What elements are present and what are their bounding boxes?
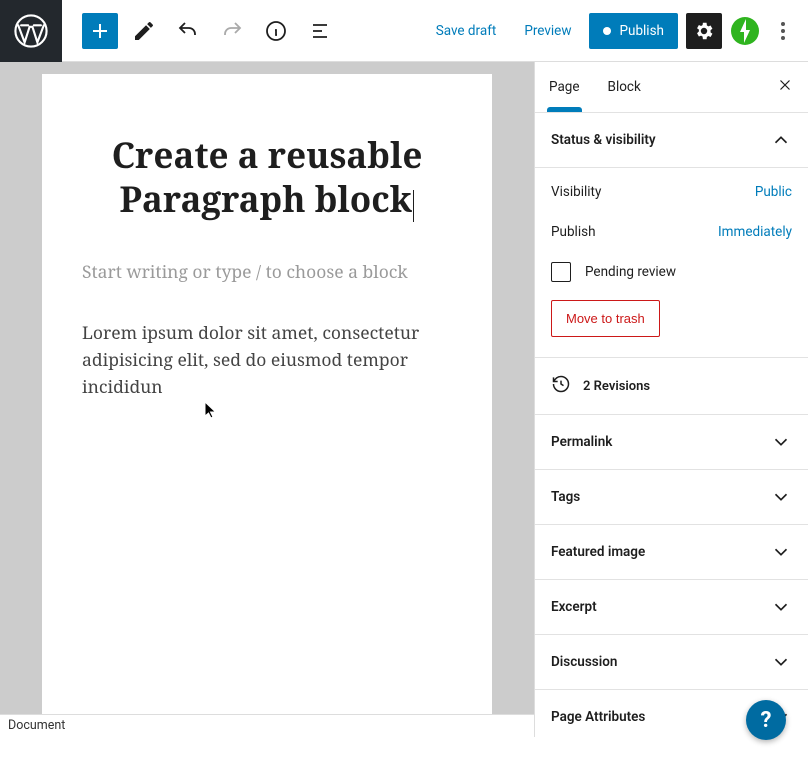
top-toolbar: Save draft Preview Publish	[0, 0, 808, 62]
preview-button[interactable]: Preview	[514, 15, 581, 47]
settings-sidebar: Page Block Status & visibility Visibilit…	[535, 62, 808, 737]
panel-header-permalink[interactable]: Permalink	[535, 415, 808, 470]
editor-page[interactable]: Create a reusable Paragraph block Start …	[42, 74, 492, 737]
help-icon-label: ?	[761, 708, 772, 733]
tab-page[interactable]: Page	[535, 63, 594, 111]
chevron-down-icon	[770, 541, 792, 563]
sidebar-close-button[interactable]	[762, 62, 808, 112]
page-title-input[interactable]: Create a reusable Paragraph block	[82, 134, 452, 222]
panel-header-tags[interactable]: Tags	[535, 470, 808, 525]
help-fab-button[interactable]: ?	[746, 700, 786, 740]
chevron-down-icon	[770, 651, 792, 673]
publish-label: Publish	[619, 23, 664, 39]
visibility-label: Visibility	[551, 184, 601, 200]
panel-title: Discussion	[551, 654, 617, 670]
visibility-value-button[interactable]: Public	[755, 184, 792, 200]
editor-canvas-area: Create a reusable Paragraph block Start …	[0, 62, 535, 737]
settings-gear-button[interactable]	[686, 13, 722, 49]
panel-header-status-visibility[interactable]: Status & visibility	[535, 113, 808, 168]
chevron-down-icon	[770, 486, 792, 508]
panel-title: Status & visibility	[551, 132, 656, 148]
info-button[interactable]	[258, 13, 294, 49]
text-caret-icon	[413, 190, 415, 222]
jetpack-icon	[731, 17, 759, 45]
toolbar-left-group	[62, 13, 338, 49]
editor-footer-breadcrumb[interactable]: Document	[0, 714, 534, 737]
pending-review-label: Pending review	[585, 264, 676, 280]
move-to-trash-button[interactable]: Move to trash	[551, 300, 660, 337]
panel-title: Excerpt	[551, 599, 597, 615]
publish-value-button[interactable]: Immediately	[718, 224, 792, 240]
jetpack-button[interactable]	[730, 16, 760, 46]
pending-review-checkbox[interactable]	[551, 262, 571, 282]
breadcrumb-text: Document	[8, 718, 65, 733]
publish-button[interactable]: Publish	[589, 13, 678, 49]
publish-status-dot-icon	[603, 27, 611, 35]
save-draft-button[interactable]: Save draft	[426, 15, 507, 47]
publish-row: Publish Immediately	[551, 212, 792, 252]
add-block-button[interactable]	[82, 13, 118, 49]
panel-title: Permalink	[551, 434, 612, 450]
chevron-down-icon	[770, 596, 792, 618]
toolbar-right-group: Save draft Preview Publish	[426, 13, 808, 49]
publish-label: Publish	[551, 224, 596, 240]
chevron-down-icon	[770, 431, 792, 453]
wordpress-logo[interactable]	[0, 0, 62, 62]
visibility-row: Visibility Public	[551, 172, 792, 212]
redo-button[interactable]	[214, 13, 250, 49]
pending-review-row[interactable]: Pending review	[551, 252, 792, 300]
panel-header-featured-image[interactable]: Featured image	[535, 525, 808, 580]
revisions-row[interactable]: 2 Revisions	[535, 358, 808, 415]
panel-title: Page Attributes	[551, 709, 645, 725]
paragraph-block[interactable]: Lorem ipsum dolor sit amet, consectetur …	[82, 320, 452, 401]
more-options-button[interactable]	[768, 13, 798, 49]
panel-title: Tags	[551, 489, 580, 505]
vertical-dots-icon	[781, 22, 785, 40]
revisions-count-text: 2 Revisions	[583, 379, 650, 394]
panel-title: Featured image	[551, 544, 645, 560]
edit-tool-button[interactable]	[126, 13, 162, 49]
main-area: Create a reusable Paragraph block Start …	[0, 62, 808, 737]
block-placeholder[interactable]: Start writing or type / to choose a bloc…	[82, 260, 452, 284]
history-icon	[551, 374, 571, 398]
panel-body-status-visibility: Visibility Public Publish Immediately Pe…	[535, 168, 808, 358]
page-title-text: Create a reusable Paragraph block	[112, 132, 423, 223]
outline-button[interactable]	[302, 13, 338, 49]
chevron-up-icon	[770, 129, 792, 151]
tab-block[interactable]: Block	[594, 63, 655, 111]
sidebar-tabs: Page Block	[535, 62, 808, 113]
panel-header-discussion[interactable]: Discussion	[535, 635, 808, 690]
panel-header-excerpt[interactable]: Excerpt	[535, 580, 808, 635]
undo-button[interactable]	[170, 13, 206, 49]
